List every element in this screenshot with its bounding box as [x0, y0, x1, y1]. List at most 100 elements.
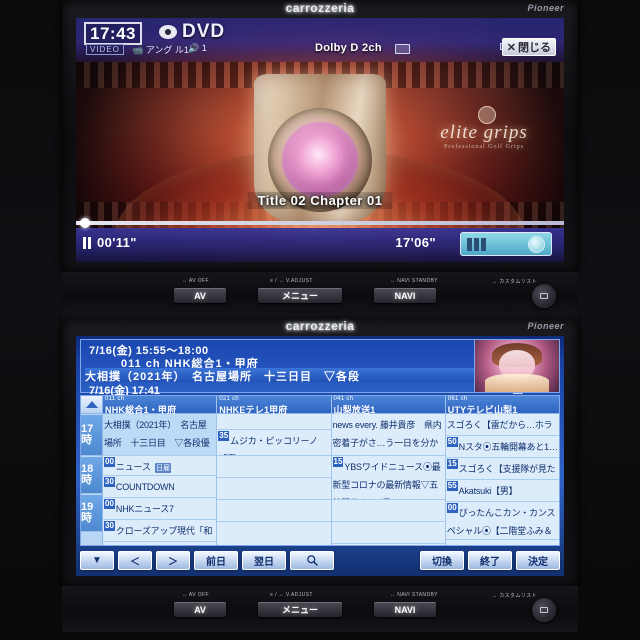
- custom-dial-button[interactable]: [532, 284, 556, 308]
- scroll-up-button[interactable]: [81, 396, 102, 414]
- video-tag: VIDEO: [86, 44, 124, 55]
- program-title: NHKニュース7: [115, 504, 174, 514]
- custom-dial-button[interactable]: [532, 598, 556, 622]
- program-cell[interactable]: 30COUNTDOWN TOKYO…: [103, 476, 217, 498]
- program-cell[interactable]: news every. 藤井貴彦 県内密着子がさ…う一日を分かり…: [331, 414, 445, 456]
- globe-icon: [528, 236, 545, 253]
- source-switch-button[interactable]: [460, 232, 552, 256]
- bottom-head-unit: carrozzeria Pioneer 7/16(金) 15:55〜18:00 …: [62, 318, 578, 586]
- disc-icon: [159, 25, 177, 39]
- program-title: ぴったんこカン・カンスペシャル⦿【二階堂ふみ＆米田柳政／重岡…: [446, 508, 556, 536]
- audio-indicator[interactable]: 🔊 1: [188, 43, 207, 54]
- av-sub-label: ↔ AV OFF: [182, 278, 209, 284]
- program-minute: 00: [446, 503, 458, 513]
- program-cell[interactable]: 00ニュース 日雇: [103, 456, 217, 476]
- program-cell-empty[interactable]: [217, 456, 331, 478]
- program-title: ムジカ・ピッコリーノ「鷹」: [218, 436, 318, 455]
- epg-screen[interactable]: 7/16(金) 15:55〜18:00 011 ch NHK総合1・甲府 大相撲…: [76, 336, 564, 576]
- program-cell[interactable]: 30クローズアップ現代「和歌山カレ…: [103, 520, 217, 542]
- angle-indicator[interactable]: 📹 アング ル1: [132, 43, 189, 56]
- navi-sub-label: ↔ NAVI STANDBY: [390, 278, 438, 284]
- av-button[interactable]: AV: [174, 602, 226, 617]
- program-title: Akatsuki【男】: [458, 486, 518, 496]
- program-cell[interactable]: 15YBSワイドニュース⦿最新型コロナの最新情報▽五輪開幕まで1週…: [331, 456, 445, 500]
- elapsed-time: 00'11": [97, 235, 137, 250]
- channel-header[interactable]: 011 ch NHK総合1・甲府: [103, 396, 217, 415]
- epg-channel-column[interactable]: 061 ch UTYテレビ山梨1 スゴろく【雷だから…ホラーな?… 50Nスタ⦿…: [445, 396, 559, 545]
- program-cell[interactable]: 35ムジカ・ピッコリーノ「鷹」: [217, 430, 331, 456]
- program-badge: 日雇: [155, 463, 172, 473]
- program-cell[interactable]: 50Nスタ⦿五輪開幕あと1…: [445, 436, 559, 458]
- carrozzeria-logo: carrozzeria: [285, 1, 355, 15]
- prev-channel-button[interactable]: ＜: [118, 551, 152, 570]
- program-minute: 00: [104, 457, 115, 467]
- top-brandbar: carrozzeria Pioneer: [62, 0, 578, 18]
- epg-channel-column[interactable]: 021 ch NHKEテレ1甲府 35ムジカ・ピッコリーノ「鷹」: [217, 396, 332, 545]
- search-button[interactable]: [290, 551, 334, 570]
- next-channel-button[interactable]: ＞: [156, 551, 190, 570]
- close-button-label: 閉じる: [518, 42, 551, 54]
- angle-label: アング ル1: [145, 45, 189, 55]
- channel-number: 041 ch: [333, 396, 354, 402]
- chevron-up-icon: [85, 401, 98, 408]
- prev-day-button[interactable]: 前日: [194, 551, 238, 570]
- clock-display: 17:43: [84, 22, 142, 45]
- disc-art-brand-text: elite grips: [440, 122, 528, 143]
- epg-program-grid[interactable]: 17時 18時 19時 011 ch NHK総合1・甲府 大相撲（2021年） …: [80, 395, 560, 546]
- top-unit-button-panel: ↔ AV OFF ≡ / ↔ V.ADJUST ↔ NAVI STANDBY ↔…: [62, 272, 578, 318]
- channel-number: 061 ch: [447, 396, 468, 402]
- dvd-screen[interactable]: elite grips Professional Golf Grips 17:4…: [76, 18, 564, 262]
- exit-button[interactable]: 終了: [468, 551, 512, 570]
- program-cell-empty[interactable]: [217, 478, 331, 500]
- program-title: news every. 藤井貴彦 県内密着子がさ…う一日を分かり…: [332, 420, 442, 448]
- program-title: Nスタ⦿五輪開幕あと1…: [458, 442, 558, 452]
- program-cell[interactable]: スゴろく【雷だから…ホラーな?…: [445, 414, 559, 436]
- program-cell[interactable]: 大相撲（2021年） 名古屋場所 十三日目 ▽各段優勝力士イン…: [103, 414, 217, 456]
- carrozzeria-logo: carrozzeria: [285, 319, 355, 333]
- switch-button[interactable]: 切換: [420, 551, 464, 570]
- program-cell-empty[interactable]: [331, 500, 445, 522]
- source-label: DVD: [182, 21, 226, 42]
- channel-header[interactable]: 041 ch 山梨放送1: [331, 396, 445, 415]
- navi-button[interactable]: NAVI: [374, 288, 436, 303]
- menu-button[interactable]: メニュー: [258, 288, 342, 303]
- program-cell-empty[interactable]: [331, 522, 445, 544]
- program-cell-empty[interactable]: [217, 414, 331, 430]
- scroll-down-button[interactable]: ▼: [80, 551, 114, 570]
- program-minute: 55: [446, 481, 458, 491]
- epg-time-column: 17時 18時 19時: [81, 396, 103, 545]
- disc-art-brand: elite grips Professional Golf Grips: [422, 122, 546, 150]
- pause-icon[interactable]: [83, 237, 92, 249]
- epg-root: 7/16(金) 15:55〜18:00 011 ch NHK総合1・甲府 大相撲…: [76, 336, 564, 576]
- channel-header[interactable]: 021 ch NHKEテレ1甲府: [217, 396, 331, 415]
- custom-sub-label: ↔ カスタムリスト: [492, 593, 537, 599]
- program-cell[interactable]: 00NHKニュース7: [103, 498, 217, 520]
- av-button[interactable]: AV: [174, 288, 226, 303]
- menu-button[interactable]: メニュー: [258, 602, 342, 617]
- next-day-button[interactable]: 翌日: [242, 551, 286, 570]
- program-cell[interactable]: 15スゴろく【支援隊が見た熱海災害…: [445, 458, 559, 480]
- program-minute: 15: [446, 459, 458, 469]
- epg-channel-column[interactable]: 011 ch NHK総合1・甲府 大相撲（2021年） 名古屋場所 十三日目 ▽…: [103, 396, 218, 545]
- navi-button[interactable]: NAVI: [374, 602, 436, 617]
- channel-header[interactable]: 061 ch UTYテレビ山梨1: [445, 396, 559, 415]
- seek-bar[interactable]: [76, 221, 564, 225]
- title-chapter-overlay: Title 02 Chapter 01: [247, 192, 393, 209]
- bottom-brandbar: carrozzeria Pioneer: [62, 318, 578, 336]
- pioneer-logo: Pioneer: [527, 321, 564, 331]
- program-cell-empty[interactable]: [217, 500, 331, 522]
- program-minute: 35: [218, 431, 230, 441]
- wide-screen-icon: [395, 44, 410, 54]
- program-cell[interactable]: 00ぴったんこカン・カンスペシャル⦿【二階堂ふみ＆米田柳政／重岡…: [445, 502, 559, 540]
- ok-button[interactable]: 決定: [516, 551, 560, 570]
- disc-art-brand-sub: Professional Golf Grips: [444, 144, 524, 150]
- video-preview-thumbnail[interactable]: [474, 339, 560, 393]
- product-ring-inner: [297, 136, 343, 182]
- close-button[interactable]: ✕ 閉じる: [501, 38, 556, 56]
- epg-channel-column[interactable]: 041 ch 山梨放送1 news every. 藤井貴彦 県内密着子がさ…う一…: [331, 396, 446, 545]
- program-cell[interactable]: 55Akatsuki【男】: [445, 480, 559, 502]
- menu-sub-label: ≡ / ↔ V.ADJUST: [270, 592, 313, 598]
- equalizer-icon: [467, 237, 486, 251]
- seek-handle[interactable]: [80, 218, 90, 228]
- program-minute: 50: [446, 437, 458, 447]
